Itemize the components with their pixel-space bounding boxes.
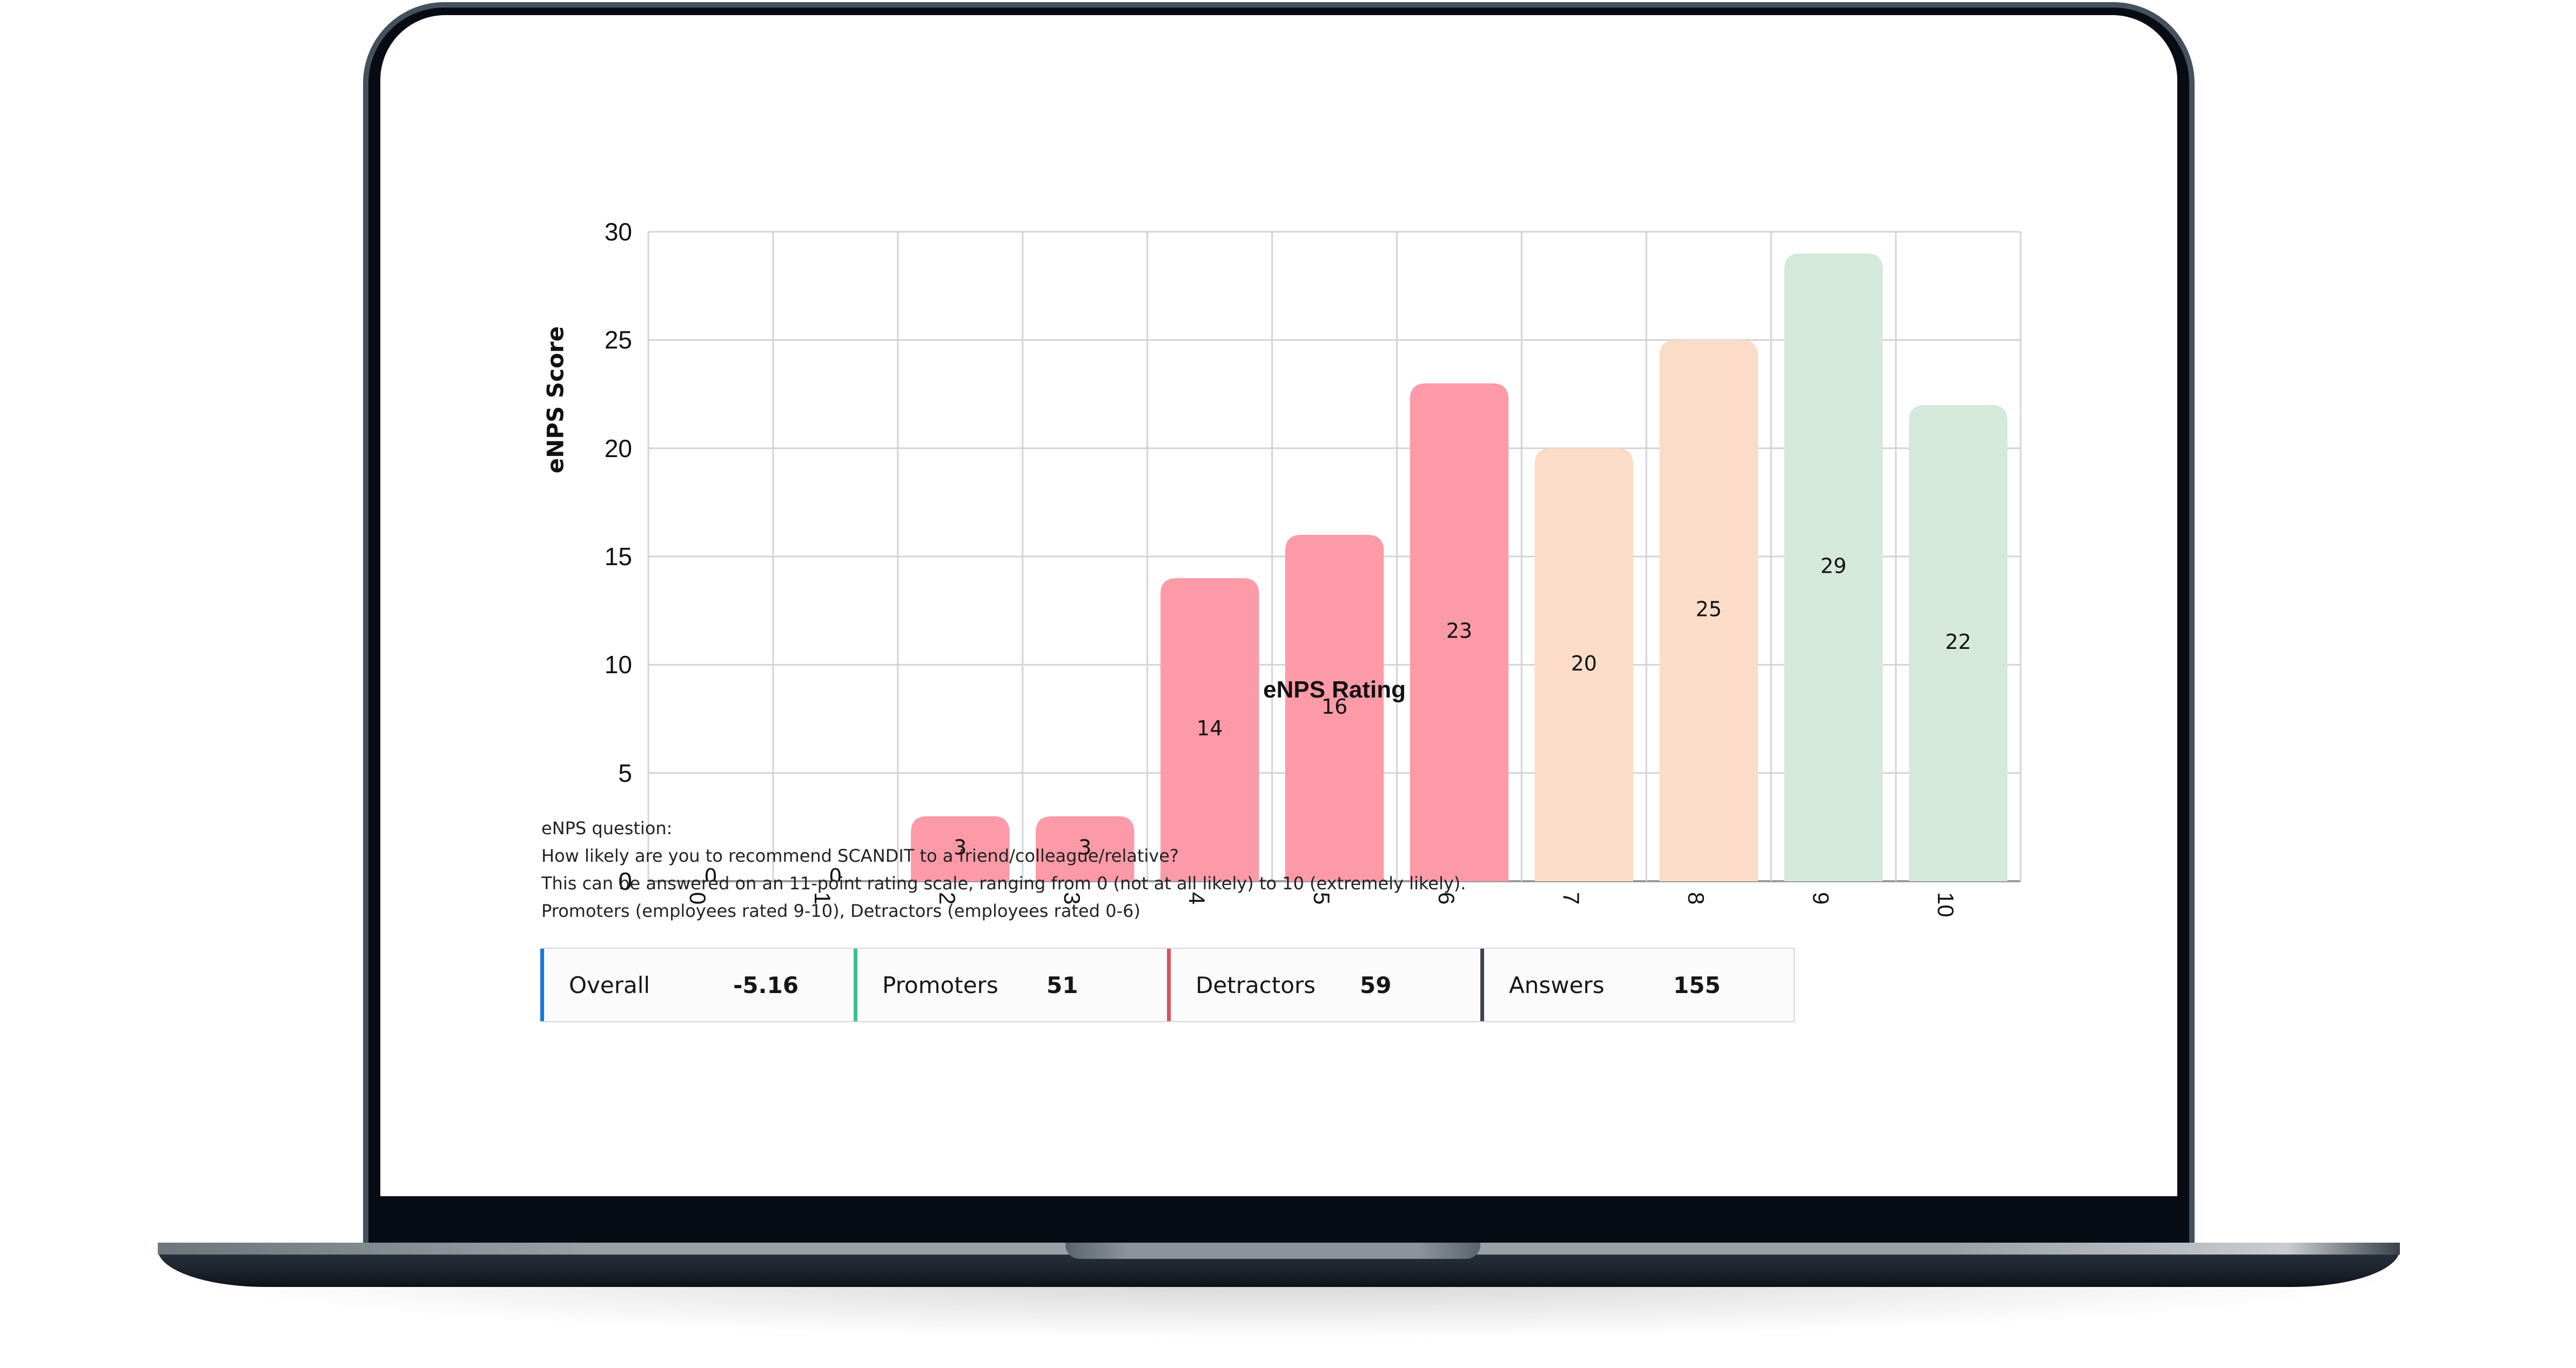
description-question: How likely are you to recommend SCANDIT … [541,846,1179,866]
y-tick-label: 5 [618,759,632,787]
laptop-base [158,1243,2400,1287]
y-axis-label: eNPS Score [542,326,569,474]
laptop-hinge-notch [1065,1243,1480,1259]
x-tick-label: 7 [1558,892,1584,905]
y-tick-label: 10 [604,651,632,679]
stat-detractors-label: Detractors [1196,971,1316,998]
stat-promoters-value: 51 [1046,971,1078,998]
description-groups: Promoters (employees rated 9-10), Detrac… [541,901,1141,921]
bar-value-label: 14 [1197,716,1223,740]
stat-detractors: Detractors 59 [1167,949,1480,1021]
x-tick-label: 9 [1808,892,1834,905]
bar-value-label: 23 [1446,619,1472,643]
x-tick-label: 10 [1933,892,1958,917]
y-tick-label: 30 [604,218,632,246]
stat-overall-value: -5.16 [733,971,799,998]
bar-value-label: 29 [1820,554,1846,578]
stats-bar: Overall -5.16 Promoters 51 Detractors 59… [540,948,1795,1022]
stat-detractors-value: 59 [1360,971,1392,998]
enps-description: eNPS question: How likely are you to rec… [541,815,1466,925]
y-tick-label: 20 [604,434,632,462]
bar-value-label: 22 [1945,630,1971,654]
bar-value-label: 20 [1571,652,1597,675]
y-tick-label: 25 [604,326,632,354]
x-axis-label: eNPS Rating [1263,676,1406,703]
stat-promoters: Promoters 51 [854,949,1167,1021]
description-scale: This can be answered on an 11-point rati… [541,873,1466,894]
stat-overall: Overall -5.16 [540,949,854,1021]
description-heading: eNPS question: [541,818,673,839]
stat-answers-value: 155 [1673,971,1721,998]
stat-promoters-label: Promoters [882,971,998,998]
stat-answers: Answers 155 [1480,949,1794,1021]
stat-overall-label: Overall [569,971,650,998]
x-tick-label: 8 [1683,892,1709,905]
y-tick-label: 15 [604,542,632,571]
bar-value-label: 25 [1696,598,1722,621]
stat-answers-label: Answers [1509,971,1605,998]
